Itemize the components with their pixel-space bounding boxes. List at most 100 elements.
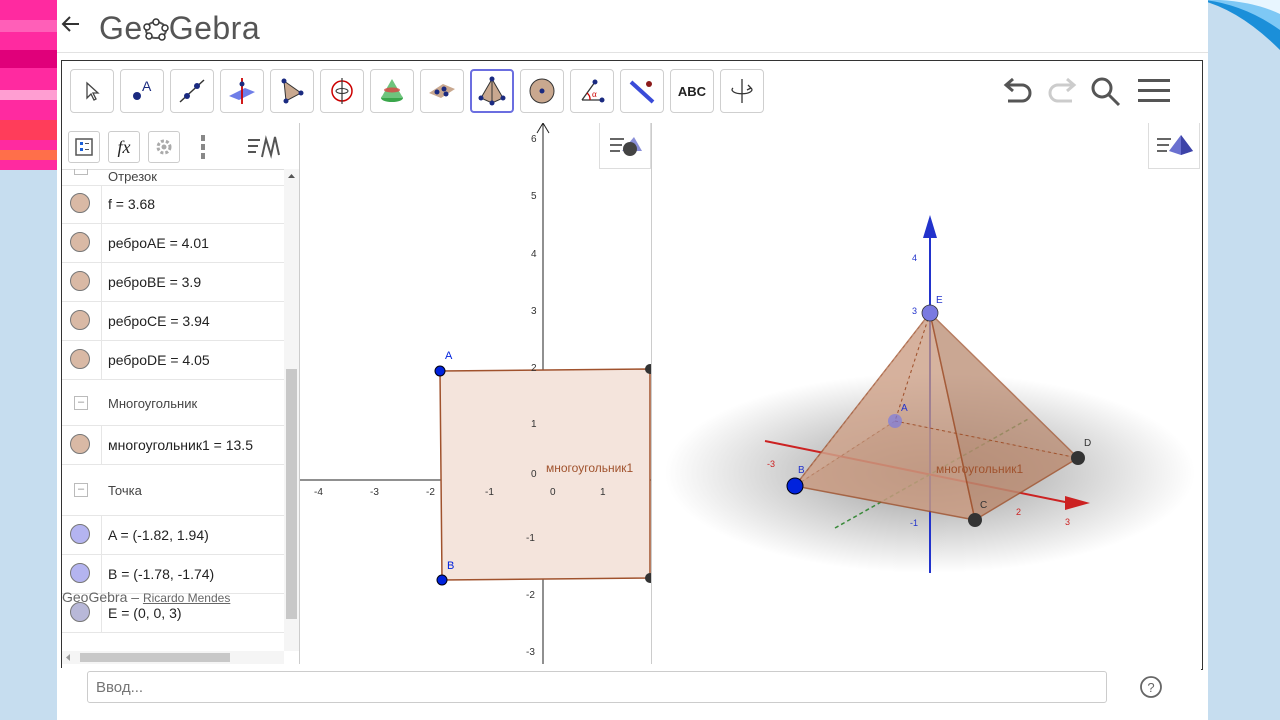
- visibility-marker[interactable]: [62, 341, 102, 379]
- algebra-row-edge-be[interactable]: реброBE = 3.9: [62, 263, 284, 302]
- search-icon: [1091, 77, 1121, 107]
- point-e-3d[interactable]: [921, 304, 939, 322]
- graphics-view-3d[interactable]: многоугольник1 E A B C D 4 3 -1 2 3 -3: [660, 123, 1200, 664]
- graphics-view-2d[interactable]: -4 -3 -2 -1 0 1 6 5 4 3 2 1 0 -1 -2 -3 м…: [300, 123, 652, 664]
- point-b[interactable]: [436, 574, 448, 586]
- algebra-value: реброBE = 3.9: [108, 274, 202, 290]
- visibility-marker[interactable]: [62, 426, 102, 464]
- more-vertical-icon: [201, 135, 205, 159]
- algebra-list: Отрезок f = 3.68 реброAE = 4.01 реброBE …: [62, 169, 284, 651]
- group-header-segment[interactable]: Отрезок: [62, 169, 284, 186]
- collapse-icon: –: [74, 396, 88, 410]
- visibility-marker[interactable]: [62, 516, 102, 554]
- visibility-dot-icon: [70, 563, 90, 583]
- collapse-icon: –: [74, 483, 88, 497]
- fx-button[interactable]: fx: [108, 131, 140, 163]
- point-b-3d-label: B: [798, 465, 805, 476]
- gear-icon: [156, 139, 172, 155]
- point-a[interactable]: [434, 365, 446, 377]
- graphics3d-style-button[interactable]: [1148, 123, 1200, 169]
- perpendicular-tool[interactable]: [220, 69, 264, 113]
- text-tool[interactable]: ABC: [670, 69, 714, 113]
- visibility-dot-icon: [70, 271, 90, 291]
- algebra-row-point-a[interactable]: A = (-1.82, 1.94): [62, 516, 284, 555]
- x-tick-label: -3: [767, 459, 775, 469]
- algebra-row-f[interactable]: f = 3.68: [62, 185, 284, 224]
- y-tick-label: -1: [526, 533, 535, 544]
- sphere-icon: [529, 78, 555, 104]
- visibility-dot-icon: [70, 193, 90, 213]
- toolbar-right-actions: [988, 75, 1188, 109]
- scrollbar-thumb[interactable]: [286, 369, 297, 619]
- point-a-3d[interactable]: [888, 414, 902, 428]
- group-header-point[interactable]: – Точка: [62, 465, 284, 516]
- visibility-marker[interactable]: [62, 224, 102, 262]
- menu-button[interactable]: [1136, 75, 1176, 109]
- geogebra-logo: Ge Gebra: [99, 10, 260, 46]
- point-tool[interactable]: A: [120, 69, 164, 113]
- visibility-marker[interactable]: [62, 185, 102, 223]
- algebra-value: E = (0, 0, 3): [108, 605, 182, 621]
- z-tick-label: -1: [910, 518, 918, 528]
- intersect-tool[interactable]: [370, 69, 414, 113]
- angle-tool[interactable]: α: [570, 69, 614, 113]
- sphere-tool[interactable]: [520, 69, 564, 113]
- visibility-dot-icon: [70, 310, 90, 330]
- x-tick-label: -4: [314, 487, 323, 498]
- y-tick-label: 0: [531, 469, 537, 480]
- reflect-tool[interactable]: [620, 69, 664, 113]
- redo-button[interactable]: [1044, 75, 1084, 109]
- graphics3d-style-icon: [1157, 135, 1193, 155]
- algebra-row-edge-de[interactable]: реброDE = 4.05: [62, 341, 284, 380]
- settings-button[interactable]: [148, 131, 180, 163]
- decorative-stripes: [0, 0, 60, 200]
- undo-button[interactable]: [1000, 75, 1040, 109]
- vertical-scrollbar[interactable]: [284, 169, 299, 651]
- sort-button[interactable]: [246, 133, 286, 161]
- back-button[interactable]: [59, 12, 83, 40]
- line-tool[interactable]: [170, 69, 214, 113]
- credit-author-link[interactable]: Ricardo Mendes: [143, 591, 230, 605]
- z-tick-label: 3: [912, 306, 917, 316]
- graphics-2d-canvas[interactable]: -4 -3 -2 -1 0 1 6 5 4 3 2 1 0 -1 -2 -3 м…: [300, 123, 651, 664]
- point-c-3d[interactable]: [968, 513, 982, 527]
- angle-alpha-icon: α: [581, 79, 605, 103]
- x-tick-label: 2: [1016, 507, 1021, 517]
- y-tick-label: 3: [531, 306, 537, 317]
- visibility-marker[interactable]: [62, 302, 102, 340]
- rotate-view-tool[interactable]: [720, 69, 764, 113]
- x-tick-label: 0: [550, 487, 556, 498]
- pyramid-tool[interactable]: [470, 69, 514, 113]
- x-tick-label: -2: [426, 487, 435, 498]
- toolbar: A α ABC: [62, 61, 1202, 123]
- algebra-row-edge-ce[interactable]: реброCE = 3.94: [62, 302, 284, 341]
- search-button[interactable]: [1088, 75, 1128, 109]
- move-tool[interactable]: [70, 69, 114, 113]
- point-b-3d[interactable]: [786, 477, 804, 495]
- visibility-marker[interactable]: [62, 555, 102, 593]
- scrollbar-thumb[interactable]: [80, 653, 230, 662]
- graphics-style-button[interactable]: [599, 123, 651, 169]
- group-header-polygon[interactable]: – Многоугольник: [62, 380, 284, 426]
- x-tick-label: 1: [600, 487, 606, 498]
- algebra-row-polygon[interactable]: многоугольник1 = 13.5: [62, 426, 284, 465]
- algebra-view-button[interactable]: [68, 131, 100, 163]
- polygon-tool[interactable]: [270, 69, 314, 113]
- y-tick-label: 2: [531, 363, 537, 374]
- visibility-marker[interactable]: [62, 263, 102, 301]
- credit-line: GeoGebra – Ricardo Mendes: [62, 589, 230, 605]
- help-button[interactable]: ?: [1139, 675, 1163, 699]
- more-options-button[interactable]: [198, 133, 208, 161]
- credit-logo: GeoGebra: [62, 589, 128, 605]
- point-d-3d[interactable]: [1071, 451, 1085, 465]
- graphics-3d-canvas[interactable]: многоугольник1 E A B C D 4 3 -1 2 3 -3: [660, 123, 1200, 664]
- plane-tool[interactable]: [420, 69, 464, 113]
- algebra-row-edge-ae[interactable]: реброAE = 4.01: [62, 224, 284, 263]
- input-field[interactable]: [87, 671, 1107, 703]
- point-a-icon: A: [133, 78, 152, 100]
- logo-text-left: Ge: [99, 10, 143, 46]
- horizontal-scrollbar[interactable]: [62, 651, 284, 664]
- algebra-value: реброAE = 4.01: [108, 235, 209, 251]
- circle-axis-tool[interactable]: [320, 69, 364, 113]
- scroll-up-icon: [288, 174, 295, 178]
